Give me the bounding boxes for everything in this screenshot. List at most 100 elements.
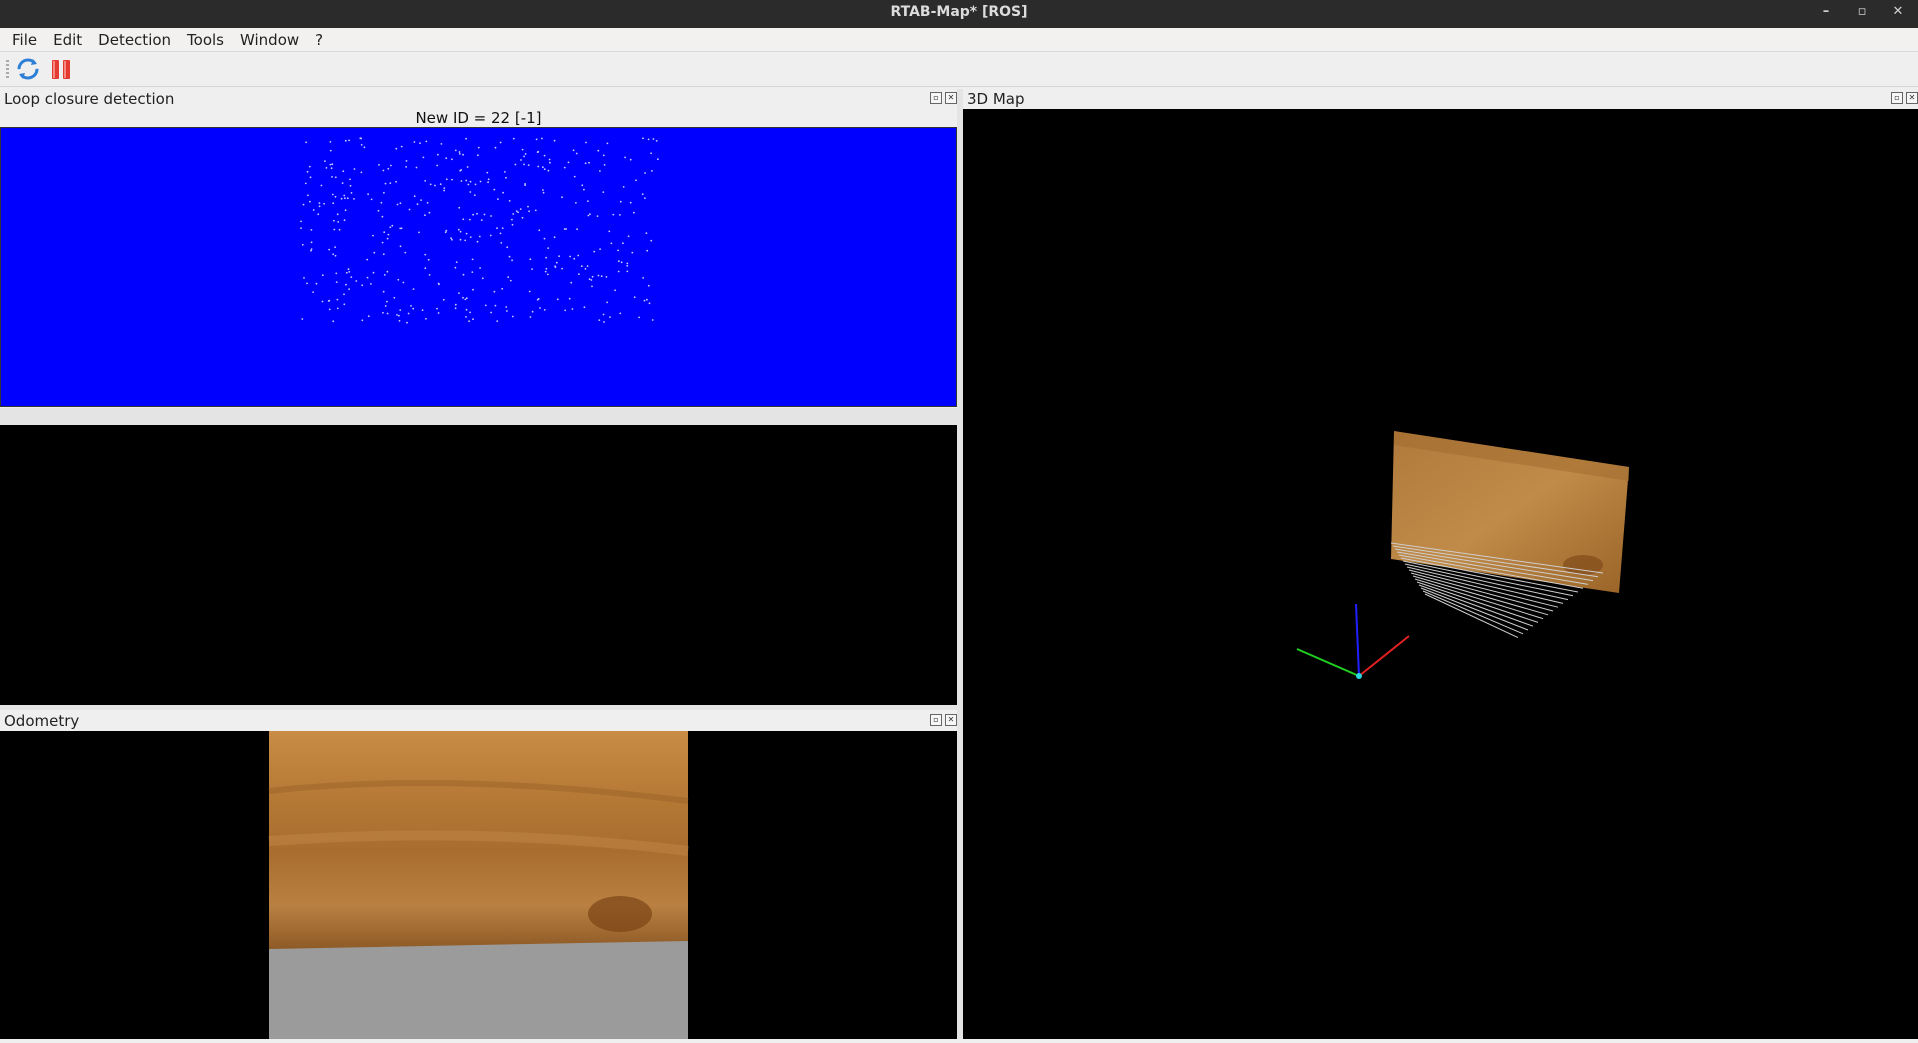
map3d-view[interactable]: [963, 109, 1918, 1039]
feature-point: [477, 146, 480, 149]
menu-tools[interactable]: Tools: [179, 31, 232, 49]
restore-button[interactable]: ▫: [1854, 4, 1870, 22]
feature-point: [399, 309, 402, 311]
feature-point: [502, 191, 504, 194]
menu-edit[interactable]: Edit: [45, 31, 90, 49]
feature-point: [655, 140, 658, 142]
feature-point: [528, 210, 530, 213]
feature-point: [524, 184, 526, 186]
menu-file[interactable]: File: [4, 31, 45, 49]
feature-point: [355, 280, 358, 282]
feature-point: [512, 137, 515, 140]
pause-button[interactable]: [49, 57, 73, 81]
feature-point: [597, 274, 600, 277]
vertical-splitter[interactable]: [0, 408, 957, 425]
float-icon[interactable]: ▫: [1891, 92, 1903, 104]
feature-point: [348, 139, 350, 142]
float-icon[interactable]: ▫: [930, 714, 942, 726]
feature-point: [609, 316, 611, 318]
feature-point: [440, 143, 443, 145]
feature-point: [445, 229, 448, 232]
feature-point: [651, 170, 653, 172]
feature-point: [378, 164, 380, 166]
menu-detection[interactable]: Detection: [90, 31, 179, 49]
feature-point: [490, 215, 492, 217]
feature-point: [606, 301, 608, 304]
feature-point: [512, 213, 515, 215]
feature-point: [419, 142, 421, 144]
feature-point: [346, 197, 349, 200]
feature-point: [465, 308, 468, 311]
window-title: RTAB-Map* [ROS]: [890, 4, 1028, 20]
feature-point: [451, 238, 453, 241]
feature-point: [481, 277, 484, 280]
feature-point: [372, 271, 375, 274]
feature-point: [344, 197, 346, 200]
feature-point: [534, 209, 537, 212]
feature-point: [476, 212, 478, 215]
feature-point: [544, 270, 547, 273]
feature-point: [563, 166, 566, 169]
feature-point: [363, 146, 366, 149]
close-button[interactable]: ✕: [1890, 4, 1906, 22]
feature-point: [389, 182, 392, 184]
feature-point: [382, 311, 384, 314]
feature-point: [479, 267, 481, 269]
feature-point: [335, 272, 338, 275]
feature-point: [372, 234, 374, 237]
feature-point: [605, 276, 608, 278]
close-icon[interactable]: ✕: [1906, 92, 1918, 104]
feature-point: [468, 320, 470, 323]
feature-point: [408, 208, 411, 211]
feature-point: [549, 161, 551, 164]
feature-point: [332, 202, 335, 205]
feature-point: [610, 242, 613, 245]
feature-point: [541, 137, 543, 140]
feature-point: [648, 302, 651, 305]
feature-point: [514, 163, 517, 166]
feature-point: [539, 307, 541, 309]
close-icon[interactable]: ✕: [945, 92, 957, 104]
feature-point: [608, 230, 611, 233]
feature-point: [390, 164, 392, 167]
coordinate-axes-icon: [1296, 603, 1410, 679]
toolbar-grip[interactable]: [6, 60, 9, 78]
dock-splitter[interactable]: [0, 705, 957, 710]
feature-point: [345, 283, 347, 286]
feature-point: [407, 312, 410, 315]
feature-point: [501, 287, 504, 290]
feature-point: [651, 319, 654, 321]
float-icon[interactable]: ▫: [930, 92, 942, 104]
feature-point: [387, 233, 390, 236]
feature-point: [395, 180, 397, 183]
feature-point: [472, 213, 474, 216]
menu-help[interactable]: ?: [307, 31, 331, 49]
feature-point: [506, 246, 509, 249]
feature-point: [474, 183, 477, 186]
feature-point: [458, 292, 460, 294]
feature-point: [361, 284, 364, 287]
feature-point: [437, 312, 440, 314]
feature-point: [321, 300, 324, 303]
feature-point: [571, 308, 574, 310]
feature-point: [545, 267, 548, 270]
feature-point: [360, 171, 363, 174]
menu-window[interactable]: Window: [232, 31, 307, 49]
feature-point: [458, 153, 461, 155]
feature-point: [591, 275, 594, 278]
feature-point: [321, 274, 324, 277]
feature-point: [588, 161, 590, 164]
feature-point: [472, 288, 474, 291]
feature-point: [612, 213, 615, 216]
feature-point: [462, 273, 465, 276]
refresh-button[interactable]: [16, 57, 40, 81]
close-icon[interactable]: ✕: [945, 714, 957, 726]
feature-point: [493, 290, 496, 293]
feature-point: [412, 288, 415, 290]
feature-point: [633, 211, 635, 214]
feature-point: [360, 144, 363, 146]
feature-point: [361, 319, 364, 322]
feature-point: [542, 189, 544, 191]
minimize-button[interactable]: –: [1818, 4, 1834, 22]
feature-point: [480, 219, 483, 221]
